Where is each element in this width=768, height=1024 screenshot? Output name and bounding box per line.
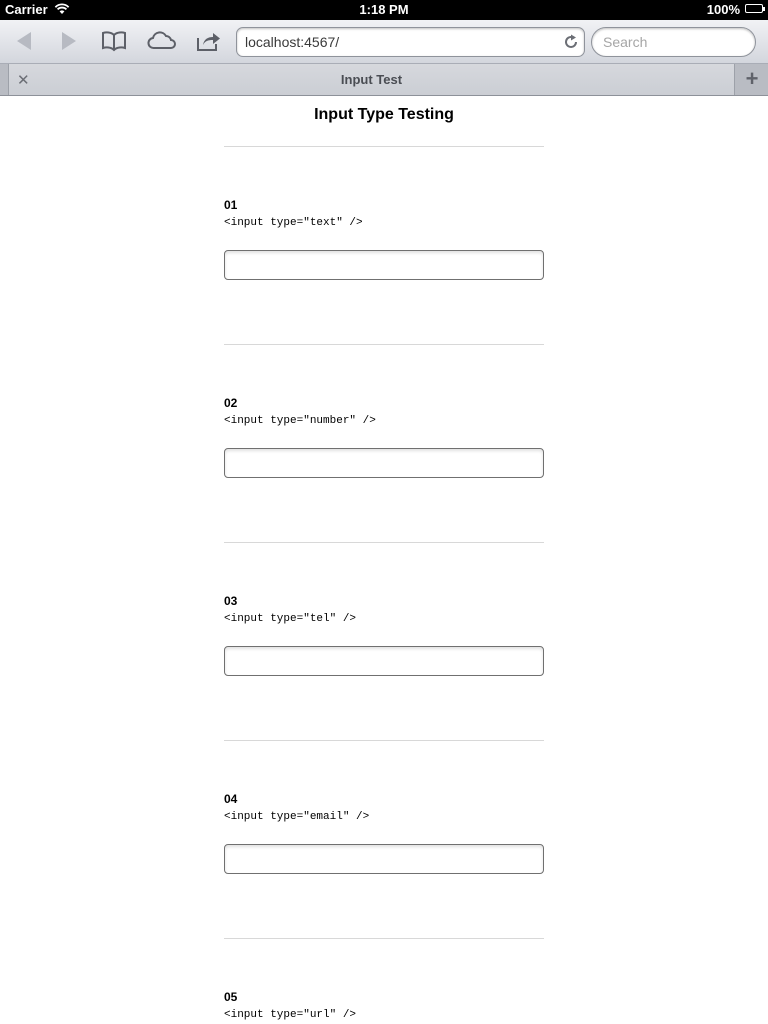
status-time: 1:18 PM [359,2,409,17]
address-bar[interactable]: localhost:4567/ [236,27,585,57]
item-number: 02 [224,396,238,410]
tab-input-test[interactable]: ✕ Input Test [8,64,735,95]
battery-percent: 100% [706,2,740,17]
browser-toolbar: localhost:4567/ Search [0,20,768,64]
number-input[interactable] [224,448,544,478]
tel-input[interactable] [224,646,544,676]
item-code-label: <input type="text" /> [224,217,363,229]
battery-icon [745,4,765,13]
divider [224,938,544,939]
tab-bar: ✕ Input Test + [0,64,768,96]
email-input[interactable] [224,844,544,874]
new-tab-button[interactable]: + [736,64,768,95]
item-number: 04 [224,792,238,806]
reload-icon[interactable] [563,34,579,55]
status-bar: Carrier 1:18 PM 100% [0,0,768,20]
item-code-label: <input type="url" /> [224,1009,357,1021]
search-field[interactable]: Search [591,27,756,57]
forward-arrow-icon[interactable] [60,30,78,52]
text-input[interactable] [224,250,544,280]
item-number: 03 [224,594,238,608]
page-title: Input Type Testing [314,106,454,123]
item-number: 01 [224,198,238,212]
item-code-label: <input type="email" /> [224,811,370,823]
share-icon[interactable] [196,30,222,52]
divider [224,740,544,741]
item-code-label: <input type="tel" /> [224,613,357,625]
bookmarks-book-icon[interactable] [101,30,127,52]
back-arrow-icon[interactable] [15,30,33,52]
item-number: 05 [224,990,238,1004]
divider [224,542,544,543]
url-text[interactable]: localhost:4567/ [245,34,339,50]
item-code-label: <input type="number" /> [224,415,376,427]
divider [224,344,544,345]
divider [224,146,544,147]
tab-title: Input Test [340,72,403,87]
icloud-icon[interactable] [147,30,177,52]
search-placeholder: Search [603,34,648,50]
